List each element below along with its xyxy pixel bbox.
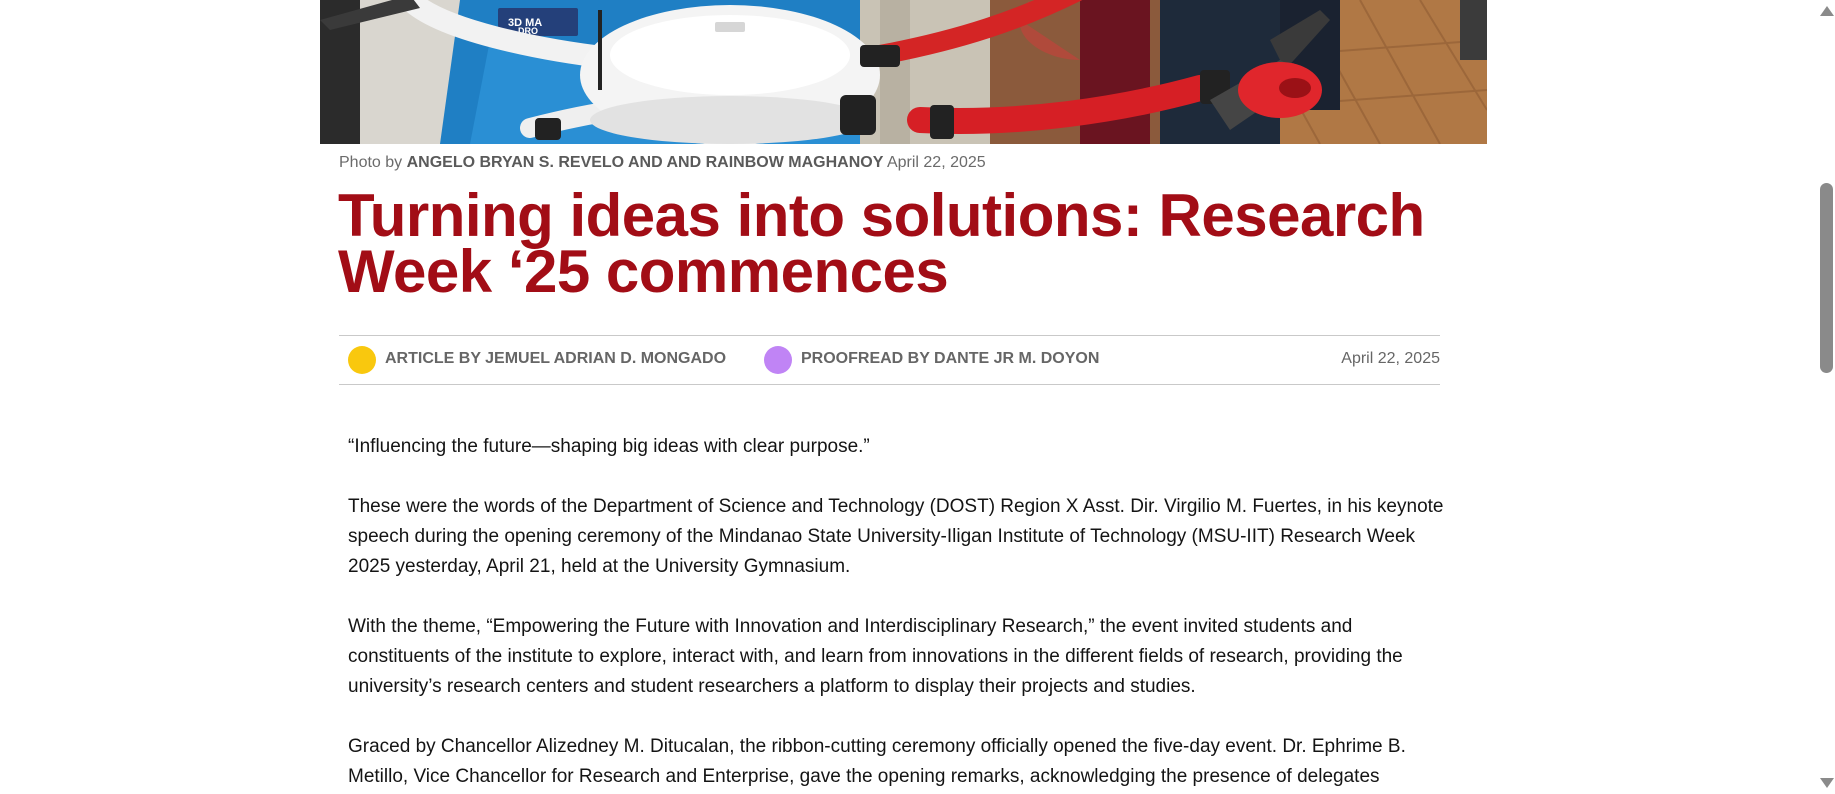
article-title: Turning ideas into solutions: Research W… xyxy=(338,182,1425,305)
article-paragraph: These were the words of the Department o… xyxy=(348,496,1444,577)
scrollbar-thumb[interactable] xyxy=(1820,183,1833,373)
caption-prefix: Photo by xyxy=(339,154,403,171)
article-body: “Influencing the future—shaping big idea… xyxy=(348,432,1448,794)
author-avatar-dot xyxy=(348,346,376,374)
article-paragraph: With the theme, “Empowering the Future w… xyxy=(348,616,1403,697)
page-viewport: 3D MA DRO Photo by ANGELO BRYAN S. REVEL… xyxy=(0,0,1817,794)
author-credit: ARTICLE BY JEMUEL ADRIAN D. MONGADO xyxy=(385,350,727,367)
proofreader-credit: PROOFREAD BY DANTE JR M. DOYON xyxy=(801,350,1100,367)
triangle-up-icon[interactable] xyxy=(1820,6,1834,16)
triangle-down-icon[interactable] xyxy=(1820,778,1834,788)
article-byline: ARTICLE BY JEMUEL ADRIAN D. MONGADO PROO… xyxy=(339,335,1440,385)
vertical-scrollbar[interactable] xyxy=(1817,0,1835,794)
hero-photo: 3D MA DRO xyxy=(320,0,1487,144)
caption-date: April 22, 2025 xyxy=(886,154,986,171)
photo-caption: Photo by ANGELO BRYAN S. REVELO AND AND … xyxy=(339,154,986,172)
article-paragraph: Graced by Chancellor Alizedney M. Dituca… xyxy=(348,736,1406,787)
proofreader-avatar-dot xyxy=(764,346,792,374)
article-paragraph: “Influencing the future—shaping big idea… xyxy=(348,436,870,457)
photo-credit: ANGELO BRYAN S. REVELO AND AND RAINBOW M… xyxy=(406,154,884,171)
article-date: April 22, 2025 xyxy=(1341,350,1440,367)
